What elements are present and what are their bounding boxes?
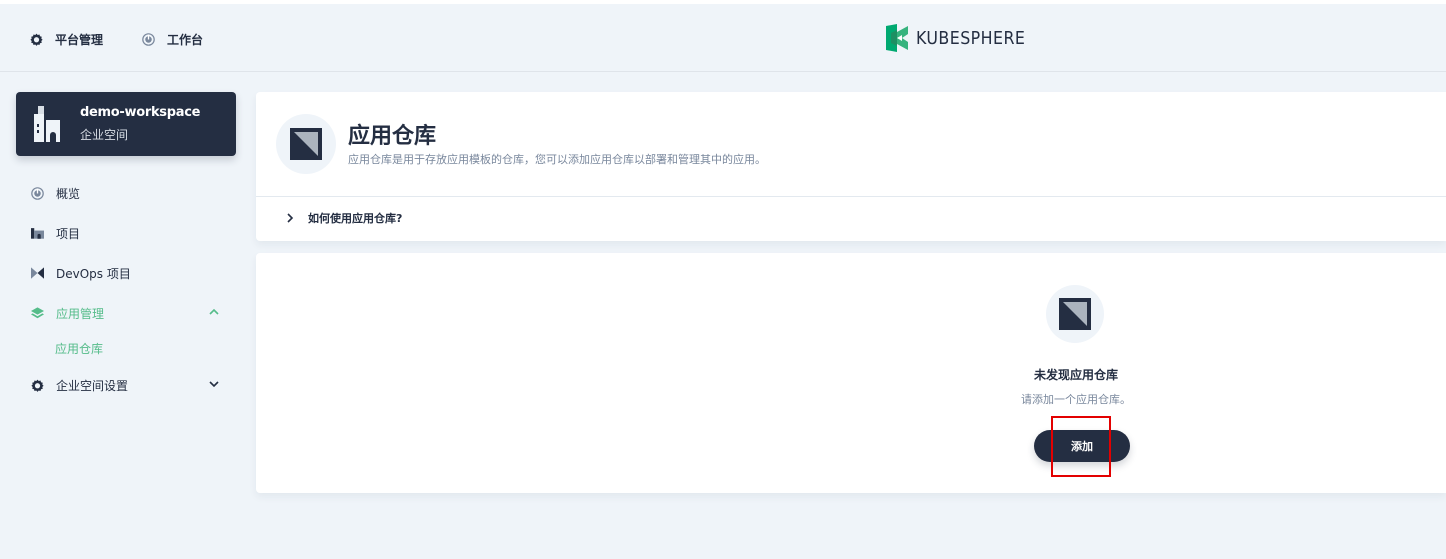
gear-icon bbox=[30, 33, 43, 46]
workspace-type-label: 企业空间 bbox=[80, 128, 129, 142]
workbench-label: 工作台 bbox=[167, 32, 204, 47]
workbench-link[interactable]: 工作台 bbox=[142, 30, 203, 48]
page-description: 应用仓库是用于存放应用模板的仓库，您可以添加应用仓库以部署和管理其中的应用。 bbox=[348, 153, 766, 166]
dashboard-icon bbox=[142, 32, 155, 46]
sidebar-item-overview[interactable]: 概览 bbox=[30, 183, 230, 203]
gear-icon bbox=[30, 378, 44, 392]
empty-state-panel: 未发现应用仓库 请添加一个应用仓库。 添加 bbox=[256, 253, 1446, 493]
chevron-up-icon bbox=[209, 308, 219, 315]
sidebar-item-label: 应用管理 bbox=[56, 306, 105, 321]
sidebar-item-app-management[interactable]: 应用管理 bbox=[30, 303, 230, 323]
platform-management-label: 平台管理 bbox=[55, 32, 104, 47]
app-repo-icon bbox=[290, 128, 322, 160]
workspace-building-icon bbox=[34, 106, 60, 142]
kubesphere-logo[interactable]: KUBESPHERE bbox=[884, 24, 1040, 52]
chevron-right-icon bbox=[287, 213, 294, 223]
project-icon bbox=[30, 226, 44, 240]
workspace-name: demo-workspace bbox=[80, 105, 201, 120]
logo-text: KUBESPHERE bbox=[916, 27, 1026, 49]
app-layers-icon bbox=[30, 306, 44, 320]
page-title: 应用仓库 bbox=[348, 124, 437, 149]
howto-expander[interactable]: 如何使用应用仓库? bbox=[284, 210, 402, 226]
devops-icon bbox=[30, 266, 44, 280]
howto-label: 如何使用应用仓库? bbox=[308, 212, 403, 225]
workspace-selector[interactable]: demo-workspace 企业空间 bbox=[16, 92, 236, 156]
sidebar-subitem-app-repos[interactable]: 应用仓库 bbox=[55, 340, 103, 357]
sidebar-item-projects[interactable]: 项目 bbox=[30, 223, 230, 243]
sidebar-item-label: 企业空间设置 bbox=[56, 378, 129, 393]
sidebar-item-label: DevOps 项目 bbox=[56, 266, 131, 281]
empty-state-icon-badge bbox=[1046, 285, 1104, 343]
sidebar-item-label: 概览 bbox=[56, 186, 81, 201]
kubesphere-logo-icon bbox=[886, 24, 908, 52]
app-repo-icon-badge bbox=[276, 114, 336, 174]
empty-state-title: 未发现应用仓库 bbox=[1033, 368, 1118, 382]
page-header-panel: 应用仓库 应用仓库是用于存放应用模板的仓库，您可以添加应用仓库以部署和管理其中的… bbox=[256, 92, 1446, 241]
empty-state-description: 请添加一个应用仓库。 bbox=[1021, 393, 1131, 406]
app-repo-icon bbox=[1059, 298, 1091, 330]
divider bbox=[256, 196, 1446, 197]
add-repo-button[interactable]: 添加 bbox=[1034, 430, 1130, 462]
sidebar-item-devops[interactable]: DevOps 项目 bbox=[30, 263, 230, 283]
dashboard-icon bbox=[30, 186, 44, 200]
sidebar-item-label: 项目 bbox=[56, 226, 81, 241]
top-header: 平台管理 工作台 KUBESPHERE bbox=[0, 4, 1446, 72]
sidebar-item-workspace-settings[interactable]: 企业空间设置 bbox=[30, 375, 230, 395]
chevron-down-icon bbox=[209, 381, 219, 388]
platform-management-link[interactable]: 平台管理 bbox=[30, 30, 103, 48]
